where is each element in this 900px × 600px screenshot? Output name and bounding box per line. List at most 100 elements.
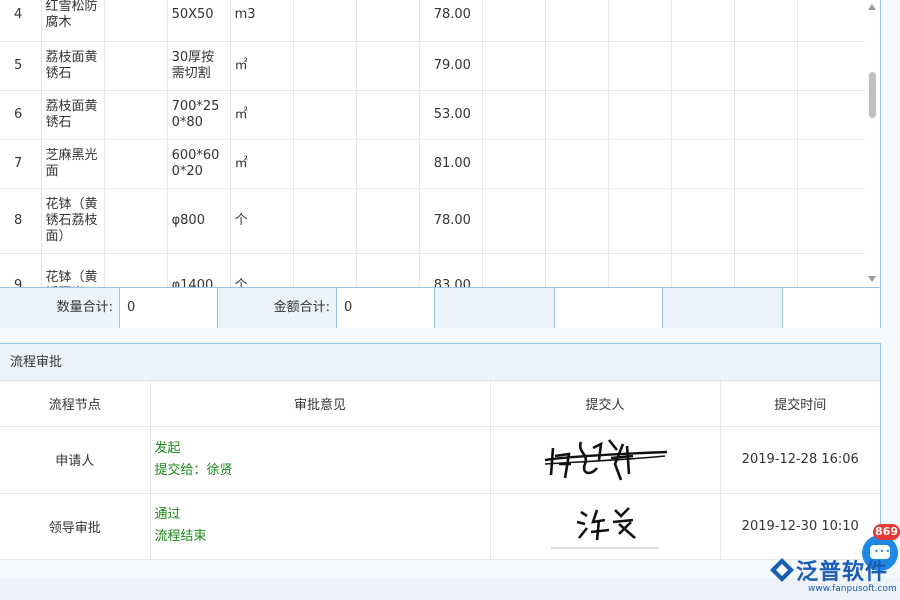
approval-panel: 流程审批 流程节点 审批意见 提交人 提交时间 申请人 发起 提交给：徐贤 20… [0, 343, 881, 560]
scrollbar-thumb[interactable] [869, 72, 876, 118]
submit-time: 2019-12-28 16:06 [720, 426, 880, 494]
empty-cell [797, 188, 867, 254]
empty-cell [293, 253, 357, 287]
item-name: 红雪松防腐木 [41, 0, 105, 42]
empty-cell [104, 90, 168, 140]
column-header-node: 流程节点 [0, 381, 151, 427]
empty-cell [797, 0, 867, 42]
item-amount: 78.00 [419, 0, 483, 42]
notification-badge: 869 [873, 524, 900, 540]
empty-cell [293, 139, 357, 189]
row-number: 8 [0, 188, 42, 254]
empty-cell [797, 90, 867, 140]
row-number: 7 [0, 139, 42, 189]
empty-cell [293, 0, 357, 42]
approval-opinion: 发起 提交给：徐贤 [150, 426, 491, 494]
column-header-submitter: 提交人 [490, 381, 721, 427]
scroll-down-icon[interactable] [868, 276, 876, 282]
item-unit: 个 [230, 253, 294, 287]
submitter-signature [490, 493, 721, 560]
table-row[interactable]: 4 红雪松防腐木 50X50 m3 78.00 [0, 0, 867, 42]
empty-cell [608, 0, 672, 42]
empty-cell [545, 253, 609, 287]
empty-cell [482, 253, 546, 287]
table-row[interactable]: 5 荔枝面黄锈石 30厚按需切割 ㎡ 79.00 [0, 41, 867, 91]
empty-cell [545, 41, 609, 91]
row-number: 9 [0, 253, 42, 287]
empty-cell [797, 41, 867, 91]
item-unit: ㎡ [230, 90, 294, 140]
empty-cell [671, 41, 735, 91]
empty-cell [734, 0, 798, 42]
logo-url: www.fanpusoft.com [808, 584, 897, 594]
empty-cell [356, 139, 420, 189]
empty-cell [356, 188, 420, 254]
empty-cell [482, 188, 546, 254]
empty-cell [734, 139, 798, 189]
opinion-line: 提交给：徐贤 [154, 462, 233, 478]
item-amount: 83.00 [419, 253, 483, 287]
signature-image [551, 507, 659, 549]
scroll-up-icon[interactable] [868, 4, 876, 10]
empty-cell [356, 41, 420, 91]
empty-cell [671, 188, 735, 254]
empty-cell [104, 0, 168, 42]
item-name: 芝麻黑光面 [41, 139, 105, 189]
table-row[interactable]: 9 花钵（黄锈亚光 φ1400 个 83.00 [0, 253, 867, 287]
empty-cell [608, 188, 672, 254]
items-grid: 4 红雪松防腐木 50X50 m3 78.00 5 荔枝面黄锈石 30厚按需切割… [0, 0, 881, 287]
empty-cell [104, 253, 168, 287]
empty-cell [797, 253, 867, 287]
item-amount: 53.00 [419, 90, 483, 140]
totals-blank-cell [662, 288, 782, 328]
empty-cell [293, 90, 357, 140]
bottom-strip [0, 578, 900, 600]
item-name: 花钵（黄锈亚光 [41, 253, 105, 287]
items-table: 4 红雪松防腐木 50X50 m3 78.00 5 荔枝面黄锈石 30厚按需切割… [0, 0, 867, 287]
empty-cell [671, 90, 735, 140]
empty-cell [608, 139, 672, 189]
item-spec: φ1400 [167, 253, 231, 287]
empty-cell [671, 253, 735, 287]
table-row[interactable]: 7 芝麻黑光面 600*600*20 ㎡ 81.00 [0, 139, 867, 189]
item-name: 花钵（黄锈石荔枝面） [41, 188, 105, 254]
column-header-opinion: 审批意见 [150, 381, 491, 427]
empty-cell [545, 0, 609, 42]
empty-cell [734, 253, 798, 287]
empty-cell [545, 90, 609, 140]
amount-total-value: 0 [336, 288, 434, 328]
totals-blank-cell [554, 288, 662, 328]
signature-image [544, 438, 668, 480]
empty-cell [545, 188, 609, 254]
opinion-line: 发起 [154, 440, 181, 456]
empty-cell [608, 90, 672, 140]
empty-cell [104, 188, 168, 254]
empty-cell [671, 0, 735, 42]
empty-cell [608, 41, 672, 91]
empty-cell [482, 90, 546, 140]
amount-total-label: 金额合计: [217, 288, 336, 328]
empty-cell [293, 41, 357, 91]
approval-row: 领导审批 通过 流程结束 2019-12-30 10:10 [0, 493, 880, 560]
empty-cell [545, 139, 609, 189]
row-number: 4 [0, 0, 42, 42]
column-header-time: 提交时间 [720, 381, 880, 427]
table-row[interactable]: 6 荔枝面黄锈石 700*250*80 ㎡ 53.00 [0, 90, 867, 140]
item-unit: m3 [230, 0, 294, 42]
empty-cell [104, 139, 168, 189]
empty-cell [293, 188, 357, 254]
empty-cell [482, 41, 546, 91]
item-unit: ㎡ [230, 41, 294, 91]
totals-bar: 数量合计: 0 金额合计: 0 [0, 287, 881, 328]
table-row[interactable]: 8 花钵（黄锈石荔枝面） φ800 个 78.00 [0, 188, 867, 254]
approval-opinion: 通过 流程结束 [150, 493, 491, 560]
empty-cell [356, 0, 420, 42]
item-spec: 700*250*80 [167, 90, 231, 140]
approval-table: 流程节点 审批意见 提交人 提交时间 申请人 发起 提交给：徐贤 2019-12… [0, 381, 880, 560]
vertical-scrollbar[interactable] [865, 0, 880, 287]
quantity-total-value: 0 [119, 288, 217, 328]
quantity-total-label: 数量合计: [0, 288, 119, 328]
empty-cell [356, 90, 420, 140]
item-spec: 600*600*20 [167, 139, 231, 189]
empty-cell [482, 139, 546, 189]
